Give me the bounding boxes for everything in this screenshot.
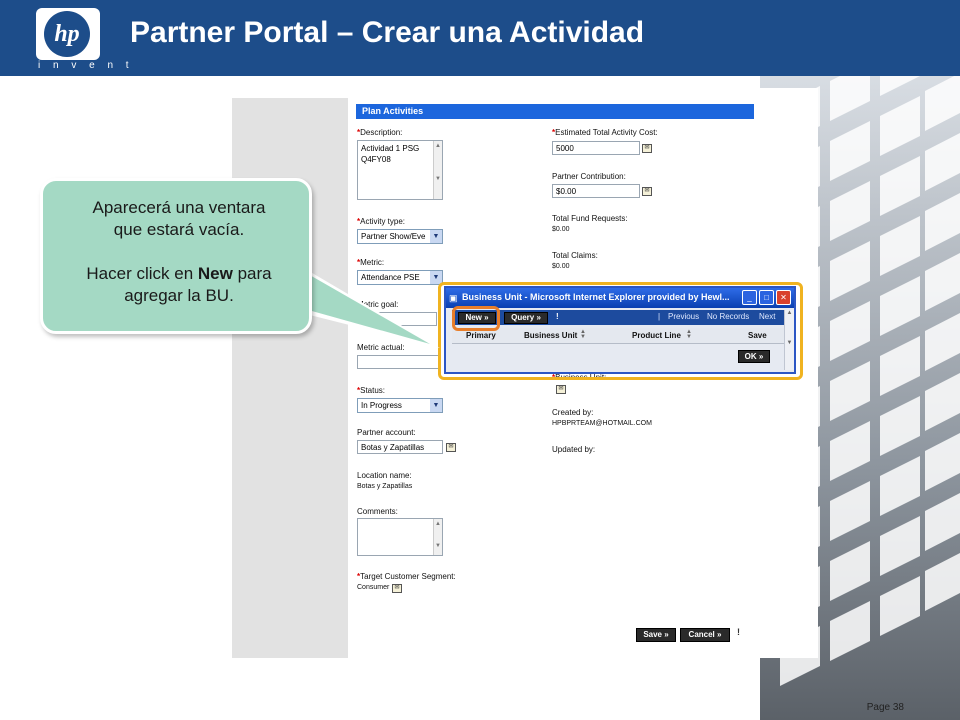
popup-scrollbar[interactable]: ▲ ▼ [784,310,794,370]
callout-line: que estará vacía. [113,220,245,239]
callout-text: Aparecerá una ventara que estará vacía. … [53,197,305,307]
activity-type-label-text: Activity type: [360,217,406,226]
est-cost-label-text: Estimated Total Activity Cost: [555,128,658,137]
callout-line: agregar la BU. [124,286,234,305]
popup-table-header: Primary Business Unit ▲ ▼ Product Line ▲ ▼… [452,328,792,344]
location-name-value: Botas y Zapatillas [357,483,413,490]
popup-titlebar[interactable]: ▣ Business Unit - Microsoft Internet Exp… [446,288,794,308]
lookup-icon[interactable]: ✉ [392,584,402,593]
status-value: In Progress [361,401,402,410]
help-icon[interactable]: ! [734,628,743,640]
claims-value: $0.00 [552,263,570,270]
column-header-primary[interactable]: Primary [466,331,496,340]
callout-line: Hacer click en New para [53,263,305,285]
partner-account-label: Partner account: [357,428,416,437]
previous-link[interactable]: Previous [668,312,699,321]
instruction-callout: Aparecerá una ventara que estará vacía. … [40,178,312,334]
hp-logo-mark: hp [44,11,90,57]
status-select[interactable]: In Progress ▼ [357,398,443,413]
page-number: Page 38 [866,702,904,713]
minimize-icon[interactable]: _ [742,290,757,305]
description-line-1: Actividad 1 PSG [361,144,420,153]
ok-button[interactable]: OK » [738,350,770,363]
help-icon[interactable]: ! [556,312,559,321]
save-button[interactable]: Save » [636,628,676,642]
description-label: *Description: [357,128,402,137]
status-label-text: Status: [360,386,386,395]
created-by-label: Created by: [552,408,594,417]
lookup-icon[interactable]: ✉ [446,443,456,452]
maximize-icon[interactable]: □ [759,290,774,305]
popup-title: Business Unit - Microsoft Internet Explo… [462,292,730,302]
column-header-business-unit[interactable]: Business Unit [524,331,577,340]
lookup-icon[interactable]: ✉ [556,385,566,394]
next-link[interactable]: Next [759,312,775,321]
callout-new-keyword: New [197,264,233,283]
calculator-icon[interactable]: ✉ [642,187,652,196]
sort-icon[interactable]: ▲ ▼ [686,329,692,340]
target-segment-label: *Target Customer Segment: [357,572,456,581]
location-name-label: Location name: [357,471,412,480]
activity-type-label: *Activity type: [357,217,405,226]
activity-type-select[interactable]: Partner Show/Eve ▼ [357,229,443,244]
textarea-scrollbar[interactable]: ▲ ▼ [433,519,442,555]
ie-page-icon: ▣ [449,293,458,303]
est-cost-label: *Estimated Total Activity Cost: [552,128,658,137]
sort-icon[interactable]: ▲ ▼ [580,329,586,340]
column-header-product-line[interactable]: Product Line [632,331,681,340]
close-icon[interactable]: ✕ [776,290,791,305]
callout-text-part: Hacer click en [86,264,198,283]
callout-text-part: para [232,264,272,283]
callout-line: Aparecerá una ventara [92,198,266,217]
status-label: *Status: [357,386,385,395]
no-records-text: No Records [707,312,750,321]
description-label-text: Description: [360,128,403,137]
cancel-button[interactable]: Cancel » [680,628,730,642]
column-header-save[interactable]: Save [748,331,767,340]
created-by-value: HPBPRTEAM@HOTMAIL.COM [552,420,652,427]
claims-label: Total Claims: [552,251,598,260]
query-button[interactable]: Query » [504,312,548,324]
new-button-highlight [452,306,500,331]
toolbar-separator: | [658,312,661,321]
chevron-down-icon[interactable]: ▼ [430,230,442,243]
comments-textarea[interactable]: ▲ ▼ [357,518,443,556]
slide-title: Partner Portal – Crear una Actividad [130,16,645,49]
activity-type-value: Partner Show/Eve [361,232,426,241]
form-section-title: Plan Activities [356,104,754,119]
fund-requests-label: Total Fund Requests: [552,214,628,223]
updated-by-label: Updated by: [552,445,596,454]
hp-logo: hp [36,8,100,60]
fund-requests-value: $0.00 [552,226,570,233]
calculator-icon[interactable]: ✉ [642,144,652,153]
hp-logo-tagline: i n v e n t [38,60,134,71]
callout-spacer [53,241,305,263]
partner-contribution-input[interactable]: $0.00 [552,184,640,198]
description-textarea[interactable]: Actividad 1 PSG Q4FY08 ▲ ▼ [357,140,443,200]
textarea-scrollbar[interactable]: ▲ ▼ [433,141,442,199]
callout-pointer [290,260,440,348]
partner-account-input[interactable]: Botas y Zapatillas [357,440,443,454]
partner-contribution-label: Partner Contribution: [552,172,626,181]
target-segment-value: Consumer [357,584,390,591]
est-cost-input[interactable]: 5000 [552,141,640,155]
comments-label: Comments: [357,507,398,516]
description-line-2: Q4FY08 [361,155,391,164]
target-segment-label-text: Target Customer Segment: [360,572,456,581]
chevron-down-icon[interactable]: ▼ [430,399,442,412]
slide-header: hp i n v e n t Partner Portal – Crear un… [0,0,960,76]
popup-toolbar: New » Query » ! | Previous No Records Ne… [452,310,792,325]
